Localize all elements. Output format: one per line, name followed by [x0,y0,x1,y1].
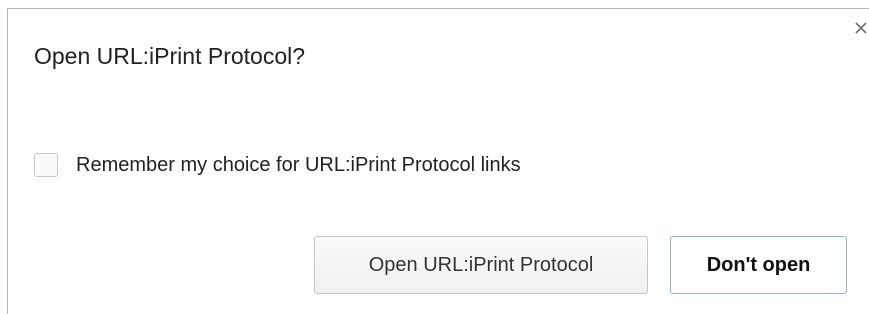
dialog-title: Open URL:iPrint Protocol? [34,43,306,69]
remember-choice-label[interactable]: Remember my choice for URL:iPrint Protoc… [76,154,521,177]
remember-choice-row: Remember my choice for URL:iPrint Protoc… [34,151,521,179]
close-icon [855,22,867,34]
protocol-dialog: Open URL:iPrint Protocol? Remember my ch… [7,8,869,314]
close-button[interactable] [850,17,869,39]
dont-open-button[interactable]: Don't open [670,236,847,294]
remember-choice-checkbox[interactable] [34,153,58,177]
open-protocol-button[interactable]: Open URL:iPrint Protocol [314,236,648,294]
